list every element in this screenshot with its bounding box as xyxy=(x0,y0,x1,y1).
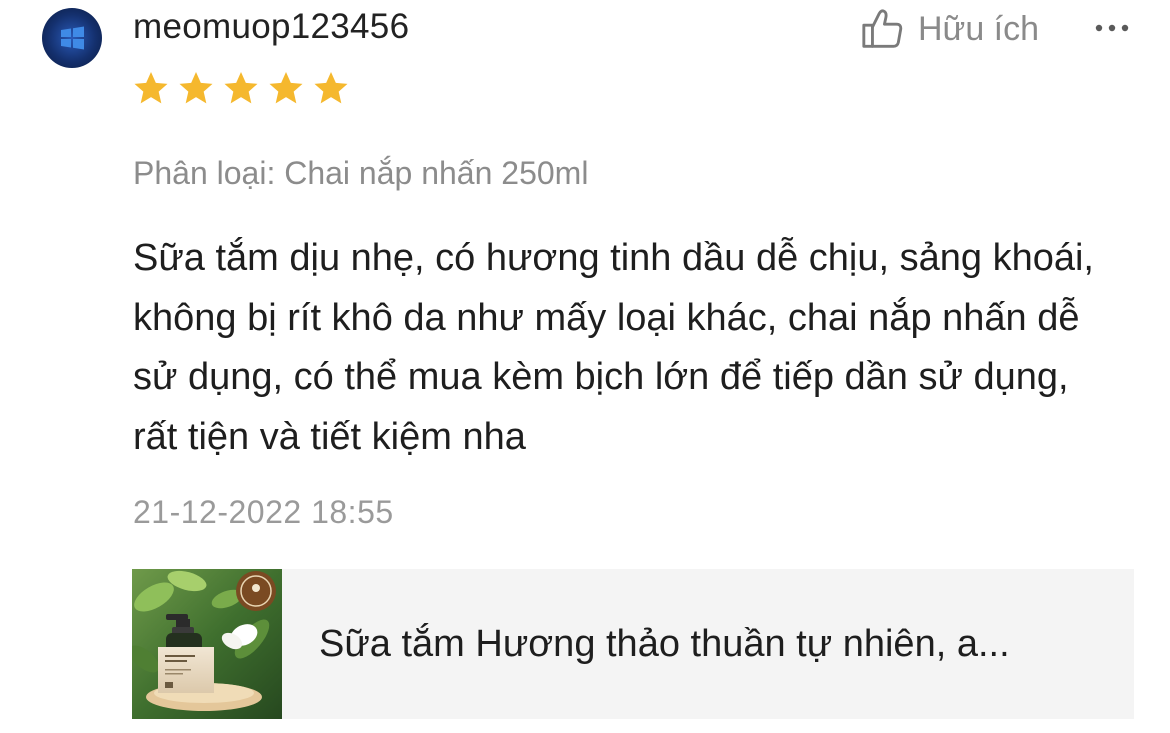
product-thumbnail xyxy=(132,569,282,719)
windows-logo-icon xyxy=(61,26,84,50)
star-icon xyxy=(134,72,168,104)
star-icon xyxy=(314,72,348,104)
helpful-button[interactable]: Hữu ích xyxy=(860,4,1039,54)
more-options-button[interactable] xyxy=(1092,10,1132,46)
review-timestamp: 21-12-2022 18:55 xyxy=(133,494,394,530)
avatar[interactable] xyxy=(42,8,102,68)
star-icon xyxy=(224,72,258,104)
product-variant: Phân loại: Chai nắp nhấn 250ml xyxy=(133,155,589,191)
thumbs-up-icon xyxy=(862,9,903,48)
star-icon xyxy=(269,72,303,104)
product-name: Sữa tắm Hương thảo thuần tự nhiên, a... xyxy=(319,623,1010,665)
more-dots-icon xyxy=(1095,24,1129,32)
helpful-label: Hữu ích xyxy=(918,10,1040,48)
review-text: Sữa tắm dịu nhẹ, có hương tinh dầu dễ ch… xyxy=(133,237,1094,458)
star-icon xyxy=(179,72,213,104)
star-rating xyxy=(131,69,351,109)
product-card[interactable]: Sữa tắm Hương thảo thuần tự nhiên, a... xyxy=(132,569,1134,719)
reviewer-username[interactable]: meomuop123456 xyxy=(133,5,409,49)
